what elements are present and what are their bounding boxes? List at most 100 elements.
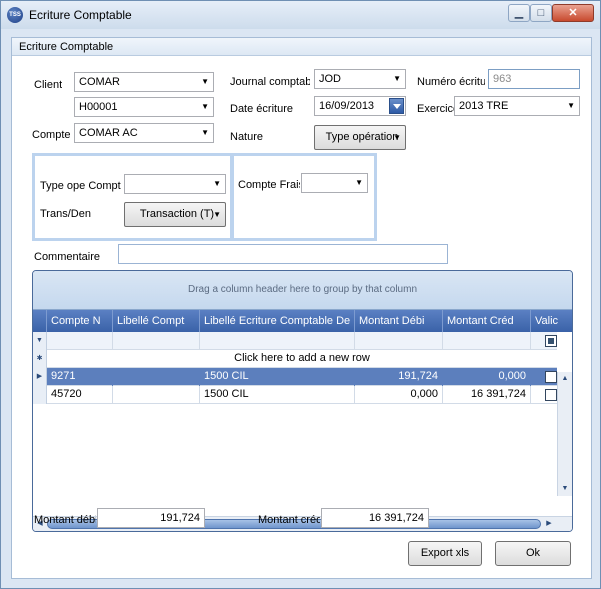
compte-frais-label: Compte Frais (238, 179, 300, 191)
scroll-down-icon[interactable]: ▼ (558, 482, 572, 496)
client-name-value: COMAR (79, 76, 120, 88)
filter-cell-libelle-ecriture[interactable] (200, 332, 355, 350)
date-picker[interactable]: 16/09/2013 (314, 96, 406, 116)
chevron-down-icon: ▼ (213, 210, 221, 219)
chevron-down-icon: ▼ (201, 102, 209, 111)
row-valide-checkbox[interactable] (545, 371, 557, 383)
cell-libelle-ecriture[interactable]: 1500 CIL (200, 386, 355, 404)
nature-label: Nature (230, 131, 264, 143)
nature-value: Type opération (325, 131, 399, 143)
title-bar[interactable]: TSS Ecriture Comptable ▁ □ ✕ (1, 1, 600, 29)
close-button[interactable]: ✕ (552, 4, 594, 22)
column-header-libelle-compte[interactable]: Libellé Compt (113, 310, 200, 332)
table-row[interactable]: ▶ 9271 1500 CIL 191,724 0,000 (33, 368, 557, 386)
chevron-down-icon: ▼ (393, 133, 401, 142)
app-logo-icon: TSS (7, 7, 23, 23)
numero-field[interactable]: 963 (488, 69, 580, 89)
exercice-value: 2013 TRE (459, 100, 509, 112)
window-title: Ecriture Comptable (29, 8, 132, 22)
cell-compte[interactable]: 9271 (47, 368, 113, 386)
total-debit-label: Montant débi (34, 514, 96, 526)
cell-compte[interactable]: 45720 (47, 386, 113, 404)
compte-combo[interactable]: COMAR AC ▼ (74, 123, 214, 143)
filter-cell-compte[interactable] (47, 332, 113, 350)
compte-frais-combo[interactable]: ▼ (301, 173, 368, 193)
export-xls-button[interactable]: Export xls (408, 541, 482, 566)
filter-cell-debit[interactable] (355, 332, 443, 350)
frais-groupbox (231, 153, 377, 241)
date-value: 16/09/2013 (319, 100, 375, 112)
client-label: Client (34, 79, 63, 91)
exercice-label: Exercice (417, 103, 460, 115)
form-panel: Ecriture Comptable Client COMAR ▼ H00001… (11, 37, 592, 579)
commentaire-label: Commentaire (34, 251, 101, 263)
total-credit-label: Montant créd (258, 514, 320, 526)
column-header-credit[interactable]: Montant Créd (443, 310, 531, 332)
ok-button[interactable]: Ok (495, 541, 571, 566)
compte-label: Compte (32, 129, 71, 141)
chevron-down-icon: ▼ (567, 101, 575, 110)
filter-cell-credit[interactable] (443, 332, 531, 350)
scroll-up-icon[interactable]: ▲ (558, 372, 572, 386)
new-row[interactable]: ✱ Click here to add a new row (33, 350, 557, 368)
filter-cell-libelle-compte[interactable] (113, 332, 200, 350)
client-name-combo[interactable]: COMAR ▼ (74, 72, 214, 92)
calendar-dropdown-icon[interactable] (389, 98, 404, 114)
client-code-value: H00001 (79, 101, 118, 113)
filter-icon: ▼ (33, 332, 47, 350)
column-header-compte[interactable]: Compte N (47, 310, 113, 332)
scroll-right-icon[interactable]: ▶ (542, 517, 556, 531)
cell-debit[interactable]: 191,724 (355, 368, 443, 386)
column-header-libelle-ecriture[interactable]: Libellé Ecriture Comptable De (200, 310, 355, 332)
filter-valide-checkbox[interactable] (545, 335, 557, 347)
journal-combo[interactable]: JOD ▼ (314, 69, 406, 89)
type-ope-combo[interactable]: ▼ (124, 174, 226, 194)
journal-label: Journal comptab (230, 76, 310, 88)
journal-value: JOD (319, 73, 341, 85)
table-row[interactable]: 45720 1500 CIL 0,000 16 391,724 (33, 386, 557, 404)
chevron-down-icon: ▼ (393, 74, 401, 83)
trans-label: Trans/Den (40, 208, 91, 220)
total-credit-field[interactable]: 16 391,724 (321, 508, 429, 528)
total-debit-field[interactable]: 191,724 (97, 508, 205, 528)
row-indicator (33, 386, 47, 404)
cell-debit[interactable]: 0,000 (355, 386, 443, 404)
client-code-combo[interactable]: H00001 ▼ (74, 97, 214, 117)
cell-credit[interactable]: 16 391,724 (443, 386, 531, 404)
compte-value: COMAR AC (79, 127, 138, 139)
column-header-valide[interactable]: Valic (531, 310, 572, 332)
commentaire-input[interactable] (118, 244, 448, 264)
numero-label: Numéro écritu (417, 76, 485, 88)
row-pointer-icon: ▶ (33, 368, 47, 386)
filter-row: ▼ (33, 332, 557, 350)
chevron-down-icon: ▼ (355, 178, 363, 187)
cell-libelle-compte[interactable] (113, 368, 200, 386)
minimize-button[interactable]: ▁ (508, 4, 530, 22)
row-valide-checkbox[interactable] (545, 389, 557, 401)
column-header-debit[interactable]: Montant Débi (355, 310, 443, 332)
date-label: Date écriture (230, 103, 293, 115)
chevron-down-icon: ▼ (201, 128, 209, 137)
vertical-scrollbar[interactable]: ▲ ▼ (557, 372, 572, 496)
cell-credit[interactable]: 0,000 (443, 368, 531, 386)
maximize-button[interactable]: □ (530, 4, 552, 22)
cell-libelle-compte[interactable] (113, 386, 200, 404)
chevron-down-icon: ▼ (201, 77, 209, 86)
entries-grid: Drag a column header here to group by th… (32, 270, 573, 532)
type-ope-label: Type ope Compt (40, 180, 121, 192)
group-by-area[interactable]: Drag a column header here to group by th… (33, 271, 572, 309)
trans-combo[interactable]: Transaction (T) ▼ (124, 202, 226, 227)
operation-groupbox (32, 153, 233, 241)
panel-header: Ecriture Comptable (12, 38, 591, 56)
header-indicator (33, 310, 47, 332)
nature-combo[interactable]: Type opération ▼ (314, 125, 406, 150)
trans-value: Transaction (T) (139, 208, 215, 220)
grid-header-row: Compte N Libellé Compt Libellé Ecriture … (33, 310, 572, 332)
chevron-down-icon: ▼ (213, 179, 221, 188)
asterisk-icon: ✱ (33, 350, 47, 368)
main-window: TSS Ecriture Comptable ▁ □ ✕ Ecriture Co… (0, 0, 601, 589)
exercice-combo[interactable]: 2013 TRE ▼ (454, 96, 580, 116)
new-row-text: Click here to add a new row (234, 352, 370, 364)
grid-body: Compte N Libellé Compt Libellé Ecriture … (33, 309, 572, 531)
cell-libelle-ecriture[interactable]: 1500 CIL (200, 368, 355, 386)
